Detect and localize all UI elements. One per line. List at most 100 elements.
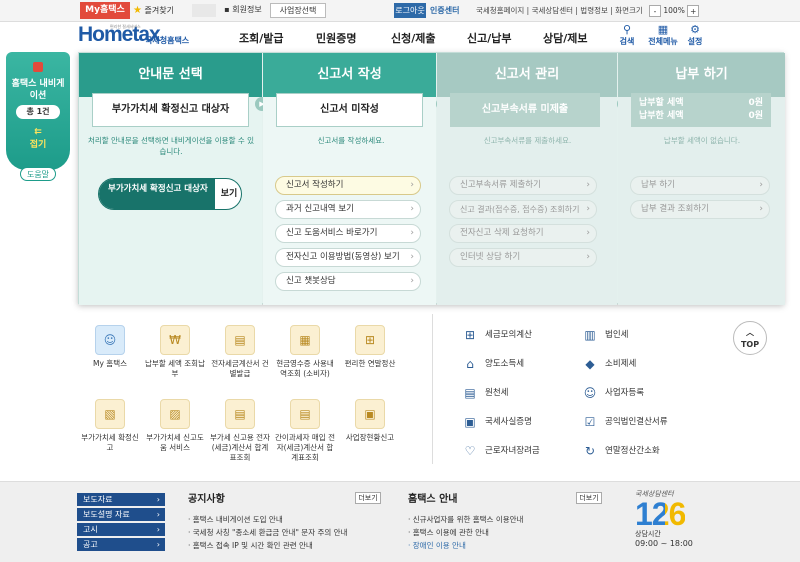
notice-text: 국세청 사칭 "종소세 환급금 안내" 문자 주의 안내	[192, 528, 348, 537]
logout-button[interactable]: 로그아웃	[394, 3, 426, 18]
link-label: 양도소득세	[485, 359, 525, 369]
link-public-interest-corp[interactable]: ☑ 공익법인결산서류	[582, 414, 668, 430]
delete-request-link[interactable]: 전자신고 삭제 요청하기 ›	[449, 224, 597, 243]
settings-button[interactable]: ⚙ 설정	[680, 24, 710, 47]
chevron-right-icon: ›	[410, 204, 414, 214]
zoom-in-button[interactable]: +	[687, 5, 700, 17]
link-tax-simulation[interactable]: ⊞ 세금모의계산	[462, 327, 532, 343]
selected-guide[interactable]: 부가가치세 확정신고 대상자	[99, 179, 215, 209]
scroll-top-button[interactable]: ︿ TOP	[733, 321, 767, 355]
chevron-right-icon: ›	[410, 228, 414, 238]
guide-item[interactable]: · 장애인 이용 안내	[408, 540, 466, 552]
guide-select-control[interactable]: 부가가치세 확정신고 대상자 보기	[98, 178, 242, 210]
navi-count-badge: 총 1건	[16, 105, 60, 119]
help-button[interactable]: 도움말	[20, 167, 56, 181]
quick-e-tax-invoice[interactable]: ▤ 전자세금계산서 건별발급	[209, 325, 271, 379]
e-filing-video-link[interactable]: 전자신고 이용방법(동영상) 보기 ›	[275, 248, 421, 267]
quick-vat-help[interactable]: ▨ 부가가치세 신고도움 서비스	[144, 399, 206, 453]
gnb-menu-application[interactable]: 신청/제출	[391, 30, 436, 46]
link-earned-income-credit[interactable]: ♡ 근로자녀장려금	[462, 443, 540, 459]
search-button[interactable]: ⚲ 검색	[612, 24, 642, 47]
link-business-registration[interactable]: ☺ 사업자등록	[582, 385, 644, 401]
quick-label: 부가가치세 확정신고	[81, 433, 139, 452]
gnb-menu-consult[interactable]: 상담/제보	[543, 30, 588, 46]
auth-center-link[interactable]: 인증센터	[430, 3, 459, 18]
link-label: 근로자녀장려금	[485, 446, 540, 456]
favorites-button[interactable]: ★ 즐겨찾기	[133, 2, 188, 19]
payment-result-link[interactable]: 납부 결과 조회하기 ›	[630, 200, 770, 219]
notice-item[interactable]: · 홈택스 접속 IP 및 시간 확인 관련 안내	[188, 540, 313, 552]
footer-menu-label: 보도설명 자료	[83, 510, 130, 519]
quick-label: 납부할 세액 조회납부	[145, 359, 205, 378]
submit-attachment-link[interactable]: 신고부속서류 제출하기 ›	[449, 176, 597, 195]
quick-year-end-settlement[interactable]: ⊞ 편리한 연말정산	[339, 325, 401, 369]
footer-menu-announcement[interactable]: 공고 ›	[77, 538, 165, 551]
quick-label: 전자세금계산서 건별발급	[211, 359, 269, 378]
certificate-icon: ▣	[464, 414, 476, 429]
search-icon: ⚲	[622, 23, 632, 36]
quick-vat-invoice-summary[interactable]: ▤ 부가세 신고용 전자(세금)계산서 합계표조회	[209, 399, 271, 463]
guide-more-button[interactable]: 더보기	[576, 492, 602, 504]
gnb-menu-filing[interactable]: 신고/납부	[467, 30, 512, 46]
top-links[interactable]: 국세청홈페이지 | 국세상담센터 | 법령정보 | 화면크기	[476, 3, 643, 18]
consult-center-126[interactable]: 국세상담센터 126 상담시간 09:00 ~ 18:00	[635, 489, 715, 557]
guide-title: 홈택스 안내	[408, 494, 458, 505]
chevron-right-icon: ›	[156, 525, 160, 534]
quick-simple-taxpayer-summary[interactable]: ▤ 간이과세자 매입 전자(세금)계산서 합계표조회	[274, 399, 336, 463]
filing-result-link[interactable]: 신고 결과(접수증, 접수증) 조회하기 ›	[449, 200, 597, 219]
quick-pay-tax[interactable]: ₩ 납부할 세액 조회납부	[144, 325, 206, 379]
notice-item[interactable]: · 홈택스 내비게이션 도입 안내	[188, 514, 283, 526]
navi-fold-button[interactable]: ⇇ 접기	[6, 128, 70, 151]
past-return-history-link[interactable]: 과거 신고내역 보기 ›	[275, 200, 421, 219]
internet-consult-link[interactable]: 인터넷 상담 하기 ›	[449, 248, 597, 267]
notice-more-button[interactable]: 더보기	[355, 492, 381, 504]
item-label: 신고 도움서비스 바로가기	[286, 228, 378, 238]
guide-view-button[interactable]: 보기	[215, 179, 241, 209]
step-title: 신고서 관리	[437, 53, 617, 97]
due-tax-label: 납부할 세액	[639, 98, 684, 108]
member-info-link[interactable]: ▪ 회원정보	[220, 3, 266, 18]
quick-cash-receipt[interactable]: ▦ 현금영수증 사용내역조회 (소비자)	[274, 325, 336, 379]
guide-item[interactable]: · 신규사업자를 위한 홈택스 이용안내	[408, 514, 523, 526]
link-consumption-tax[interactable]: ◆ 소비제세	[582, 356, 636, 372]
footer-menu-press[interactable]: 보도자료 ›	[77, 493, 165, 506]
link-withholding-tax[interactable]: ▤ 원천세	[462, 385, 508, 401]
chevron-right-icon: ›	[586, 228, 590, 238]
write-return-link[interactable]: 신고서 작성하기 ›	[275, 176, 421, 195]
notice-item[interactable]: · 국세청 사칭 "종소세 환급금 안내" 문자 주의 안내	[188, 527, 347, 539]
link-corporate-tax[interactable]: ▥ 법인세	[582, 327, 628, 343]
paid-tax-value: 0원	[748, 111, 763, 121]
quick-vat-final-return[interactable]: ▧ 부가가치세 확정신고	[79, 399, 141, 453]
report-icon: ▣	[355, 399, 385, 429]
chevron-right-icon: ›	[759, 204, 763, 214]
document-icon: ▤	[290, 399, 320, 429]
zoom-out-button[interactable]: -	[649, 5, 661, 17]
myhome-button[interactable]: My홈택스	[80, 2, 130, 19]
hometax-logo[interactable]: 편리한 절세서비스 Hometax 국세청홈택스	[78, 23, 198, 49]
diamond-icon: ◆	[585, 356, 595, 371]
center-hours: 09:00 ~ 18:00	[635, 539, 693, 548]
item-label: 전자신고 삭제 요청하기	[460, 228, 544, 238]
filing-help-service-link[interactable]: 신고 도움서비스 바로가기 ›	[275, 224, 421, 243]
chevron-up-icon: ︿	[746, 328, 754, 337]
chevron-right-icon: ›	[586, 252, 590, 262]
link-tax-certificate[interactable]: ▣ 국세사실증명	[462, 414, 532, 430]
pay-tax-link[interactable]: 납부 하기 ›	[630, 176, 770, 195]
step-payment: 납부 하기 납부할 세액 0원 납부한 세액 0원 납부할 세액이 없습니다. 납부…	[618, 53, 785, 305]
link-year-end-simplified[interactable]: ↻ 연말정산간소화	[582, 443, 660, 459]
all-menu-button[interactable]: ▦ 전체메뉴	[645, 24, 681, 47]
link-capital-gains-tax[interactable]: ⌂ 양도소득세	[462, 356, 524, 372]
footer-menu-notice[interactable]: 고시 ›	[77, 523, 165, 536]
footer-menu-press-explain[interactable]: 보도설명 자료 ›	[77, 508, 165, 521]
refresh-icon: ↻	[584, 443, 596, 458]
guide-item[interactable]: · 홈택스 이용에 관한 안내	[408, 527, 489, 539]
quick-my-hometax[interactable]: ☺ My 홈택스	[79, 325, 141, 369]
calculator-icon: ⊞	[355, 325, 385, 355]
gnb-menu-certificate[interactable]: 민원증명	[316, 30, 356, 46]
business-select-button[interactable]: 사업장선택	[270, 3, 326, 18]
guide-status-box: 부가가치세 확정신고 대상자	[92, 93, 249, 127]
filing-chatbot-link[interactable]: 신고 챗봇상담 ›	[275, 272, 421, 291]
quick-business-status[interactable]: ▣ 사업장현황신고	[339, 399, 401, 443]
tax-amount-box: 납부할 세액 0원 납부한 세액 0원	[631, 93, 771, 127]
gnb-menu-inquiry[interactable]: 조회/발급	[239, 30, 284, 46]
